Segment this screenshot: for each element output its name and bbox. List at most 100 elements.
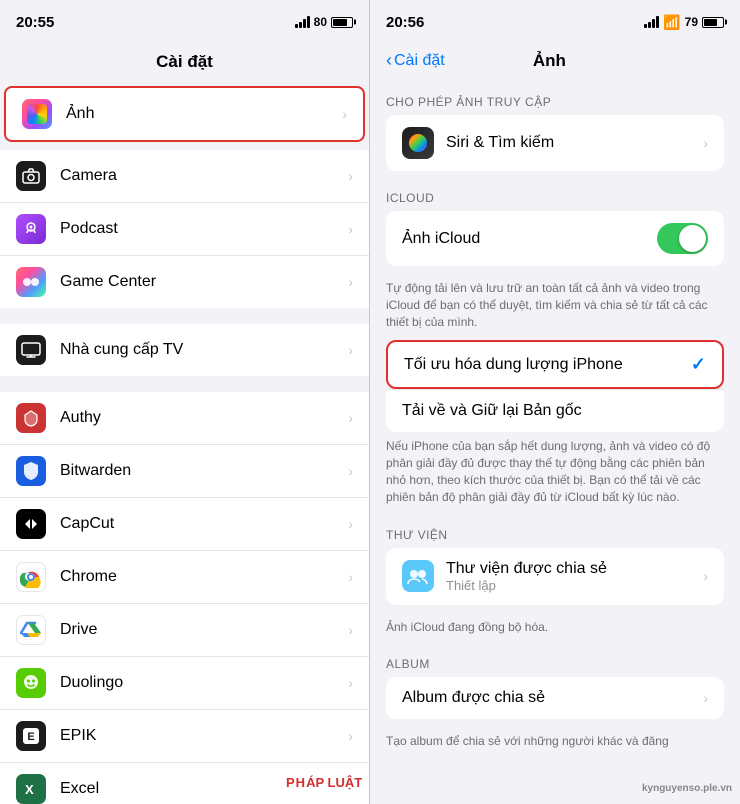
duolingo-label: Duolingo bbox=[60, 674, 348, 692]
duolingo-chevron: › bbox=[348, 675, 353, 691]
left-status-bar: 20:55 80 bbox=[0, 0, 369, 44]
icloud-toggle[interactable] bbox=[657, 223, 708, 254]
settings-group-3: Authy › Bitwarden › CapCut › bbox=[0, 392, 369, 804]
chrome-label: Chrome bbox=[60, 568, 348, 586]
shared-album-item[interactable]: Album được chia sẻ › bbox=[386, 677, 724, 719]
settings-item-drive[interactable]: Drive › bbox=[0, 604, 369, 657]
bitwarden-label: Bitwarden bbox=[60, 462, 348, 480]
section-header-album: ALBUM bbox=[370, 645, 740, 677]
camera-chevron: › bbox=[348, 168, 353, 184]
gamecenter-icon bbox=[16, 267, 46, 297]
optimize-label: Tối ưu hóa dung lượng iPhone bbox=[404, 356, 691, 374]
battery-icon bbox=[331, 17, 353, 28]
bitwarden-chevron: › bbox=[348, 463, 353, 479]
camera-icon bbox=[16, 161, 46, 191]
svg-text:X: X bbox=[25, 782, 34, 797]
brand-name-3: P LU bbox=[315, 775, 344, 790]
back-chevron-icon: ‹ bbox=[386, 50, 392, 71]
drive-icon bbox=[16, 615, 46, 645]
download-item[interactable]: Tải về và Giữ lại Bản gốc bbox=[386, 390, 724, 432]
settings-item-camera[interactable]: Camera › bbox=[0, 150, 369, 203]
siri-icon bbox=[402, 127, 434, 159]
podcast-chevron: › bbox=[348, 221, 353, 237]
right-content: CHO PHÉP ẢNH TRUY CẬP Siri & Tìm kiếm › … bbox=[370, 83, 740, 804]
epik-chevron: › bbox=[348, 728, 353, 744]
authy-icon bbox=[16, 403, 46, 433]
brand-box: PHÁP LUẬT bbox=[280, 772, 368, 794]
right-status-bar: 20:56 📶 79 bbox=[370, 0, 740, 44]
shared-library-sub: Thiết lập bbox=[446, 578, 703, 593]
right-wifi-icon: 📶 bbox=[663, 14, 680, 31]
settings-item-epik[interactable]: E EPIK › bbox=[0, 710, 369, 763]
shared-library-label: Thư viện được chia sẻ bbox=[446, 560, 703, 578]
settings-item-capcut[interactable]: CapCut › bbox=[0, 498, 369, 551]
settings-item-duolingo[interactable]: Duolingo › bbox=[0, 657, 369, 710]
icloud-toggle-label: Ảnh iCloud bbox=[402, 230, 657, 248]
shared-album-label: Album được chia sẻ bbox=[402, 689, 703, 707]
settings-item-photos[interactable]: Ảnh › bbox=[4, 86, 365, 142]
photos-label: Ảnh bbox=[66, 105, 342, 123]
optimize-option: Tối ưu hóa dung lượng iPhone ✓ bbox=[386, 340, 724, 389]
capcut-label: CapCut bbox=[60, 515, 348, 533]
brand-name-4: Ậ bbox=[345, 775, 354, 790]
section-header-allow: CHO PHÉP ẢNH TRUY CẬP bbox=[370, 83, 740, 115]
photos-icon bbox=[22, 99, 52, 129]
settings-item-chrome[interactable]: Chrome › bbox=[0, 551, 369, 604]
settings-item-tvprovider[interactable]: Nhà cung cấp TV › bbox=[0, 324, 369, 376]
gamecenter-chevron: › bbox=[348, 274, 353, 290]
shared-library-item[interactable]: Thư viện được chia sẻ Thiết lập › bbox=[386, 548, 724, 605]
settings-item-podcast[interactable]: Podcast › bbox=[0, 203, 369, 256]
chrome-chevron: › bbox=[348, 569, 353, 585]
photos-chevron: › bbox=[342, 106, 347, 122]
settings-group-1: Camera › Podcast › Game Center › bbox=[0, 150, 369, 308]
gamecenter-label: Game Center bbox=[60, 273, 348, 291]
album-card: Album được chia sẻ › bbox=[386, 677, 724, 719]
settings-item-gamecenter[interactable]: Game Center › bbox=[0, 256, 369, 308]
right-page-title: Ảnh bbox=[533, 51, 566, 71]
tvprovider-label: Nhà cung cấp TV bbox=[60, 341, 348, 359]
siri-chevron: › bbox=[703, 135, 708, 151]
left-status-icons: 80 bbox=[295, 15, 353, 29]
checkmark-icon: ✓ bbox=[691, 354, 706, 375]
shared-library-chevron: › bbox=[703, 568, 708, 584]
shared-album-chevron: › bbox=[703, 690, 708, 706]
brand-name-5: T bbox=[354, 775, 362, 790]
right-signal-icon bbox=[644, 16, 659, 28]
epik-label: EPIK bbox=[60, 727, 348, 745]
siri-label: Siri & Tìm kiếm bbox=[446, 134, 703, 152]
right-battery-text: 79 bbox=[685, 15, 698, 29]
optimize-item[interactable]: Tối ưu hóa dung lượng iPhone ✓ bbox=[388, 342, 722, 387]
settings-group-2: Nhà cung cấp TV › bbox=[0, 324, 369, 376]
icloud-description: Tự động tải lên và lưu trữ an toàn tất c… bbox=[370, 274, 740, 340]
back-label: Cài đặt bbox=[394, 52, 445, 70]
icloud-options-group: Tối ưu hóa dung lượng iPhone ✓ Tải về và… bbox=[386, 340, 724, 432]
library-footer: Ảnh iCloud đang đồng bộ hóa. bbox=[370, 613, 740, 646]
download-option: Tải về và Giữ lại Bản gốc bbox=[386, 390, 724, 432]
settings-item-bitwarden[interactable]: Bitwarden › bbox=[0, 445, 369, 498]
shared-library-icon bbox=[402, 560, 434, 592]
capcut-icon bbox=[16, 509, 46, 539]
capcut-chevron: › bbox=[348, 516, 353, 532]
camera-label: Camera bbox=[60, 167, 348, 185]
back-button[interactable]: ‹ Cài đặt bbox=[386, 50, 445, 71]
svg-text:E: E bbox=[27, 731, 34, 743]
settings-item-authy[interactable]: Authy › bbox=[0, 392, 369, 445]
right-battery-icon bbox=[702, 17, 724, 28]
bitwarden-icon bbox=[16, 456, 46, 486]
icloud-photos-toggle-item[interactable]: Ảnh iCloud bbox=[386, 211, 724, 266]
podcast-label: Podcast bbox=[60, 220, 348, 238]
battery-text: 80 bbox=[314, 15, 327, 29]
right-panel: 20:56 📶 79 ‹ Cài đặt Ảnh CHO PHÉP ẢNH TR… bbox=[370, 0, 740, 804]
album-description: Tạo album để chia sẻ với những người khá… bbox=[370, 727, 740, 760]
watermark: kynguyenso.ple.vn bbox=[642, 783, 732, 794]
left-nav-title: Cài đặt bbox=[0, 44, 369, 84]
excel-icon: X bbox=[16, 774, 46, 804]
epik-icon: E bbox=[16, 721, 46, 751]
right-nav: ‹ Cài đặt Ảnh bbox=[370, 44, 740, 83]
drive-label: Drive bbox=[60, 621, 348, 639]
icloud-card: Ảnh iCloud bbox=[386, 211, 724, 266]
signal-icon bbox=[295, 16, 310, 28]
brand-name: PH bbox=[286, 775, 306, 790]
tvprovider-chevron: › bbox=[348, 342, 353, 358]
siri-item[interactable]: Siri & Tìm kiếm › bbox=[386, 115, 724, 171]
